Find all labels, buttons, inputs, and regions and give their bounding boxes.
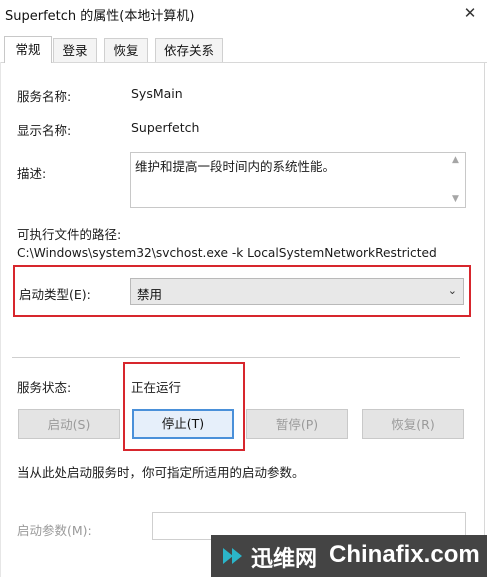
description-text: 维护和提高一段时间内的系统性能。 (135, 159, 336, 174)
scroll-down-icon[interactable]: ▼ (452, 194, 459, 204)
tab-logon[interactable]: 登录 (53, 38, 97, 62)
watermark-en: Chinafix.com (329, 541, 480, 568)
watermark: 迅维网 Chinafix.com (211, 535, 487, 577)
divider (12, 357, 460, 358)
title-bar: Superfetch 的属性(本地计算机) ✕ (0, 0, 487, 26)
exe-path-value: C:\Windows\system32\svchost.exe -k Local… (17, 246, 437, 260)
display-name-value: Superfetch (131, 120, 200, 135)
start-params-label: 启动参数(M): (17, 523, 92, 538)
window-title: Superfetch 的属性(本地计算机) (5, 9, 195, 24)
display-name-label: 显示名称: (17, 123, 72, 138)
tab-general[interactable]: 常规 (4, 36, 52, 63)
description-box[interactable]: 维护和提高一段时间内的系统性能。 ▲ ▼ (130, 152, 466, 208)
tab-bar: 常规 登录 恢复 依存关系 (0, 36, 487, 63)
chinafix-logo-icon (223, 548, 242, 564)
description-scrollbar[interactable]: ▲ ▼ (449, 153, 465, 207)
scroll-up-icon[interactable]: ▲ (452, 155, 459, 165)
start-button[interactable]: 启动(S) (18, 409, 120, 439)
exe-path-label: 可执行文件的路径: (17, 227, 122, 242)
close-icon[interactable]: ✕ (453, 0, 487, 26)
service-name-value: SysMain (131, 86, 183, 101)
general-panel (0, 62, 485, 577)
service-name-label: 服务名称: (17, 89, 72, 104)
tab-recovery[interactable]: 恢复 (104, 38, 148, 62)
pause-button[interactable]: 暂停(P) (246, 409, 348, 439)
start-params-hint: 当从此处启动服务时，你可指定所适用的启动参数。 (17, 465, 305, 480)
status-highlight (123, 362, 245, 451)
description-label: 描述: (17, 166, 47, 181)
startup-type-highlight (13, 265, 471, 317)
watermark-cn: 迅维网 (251, 547, 318, 572)
tab-dependencies[interactable]: 依存关系 (155, 38, 223, 62)
service-status-label: 服务状态: (17, 380, 72, 395)
resume-button[interactable]: 恢复(R) (362, 409, 464, 439)
